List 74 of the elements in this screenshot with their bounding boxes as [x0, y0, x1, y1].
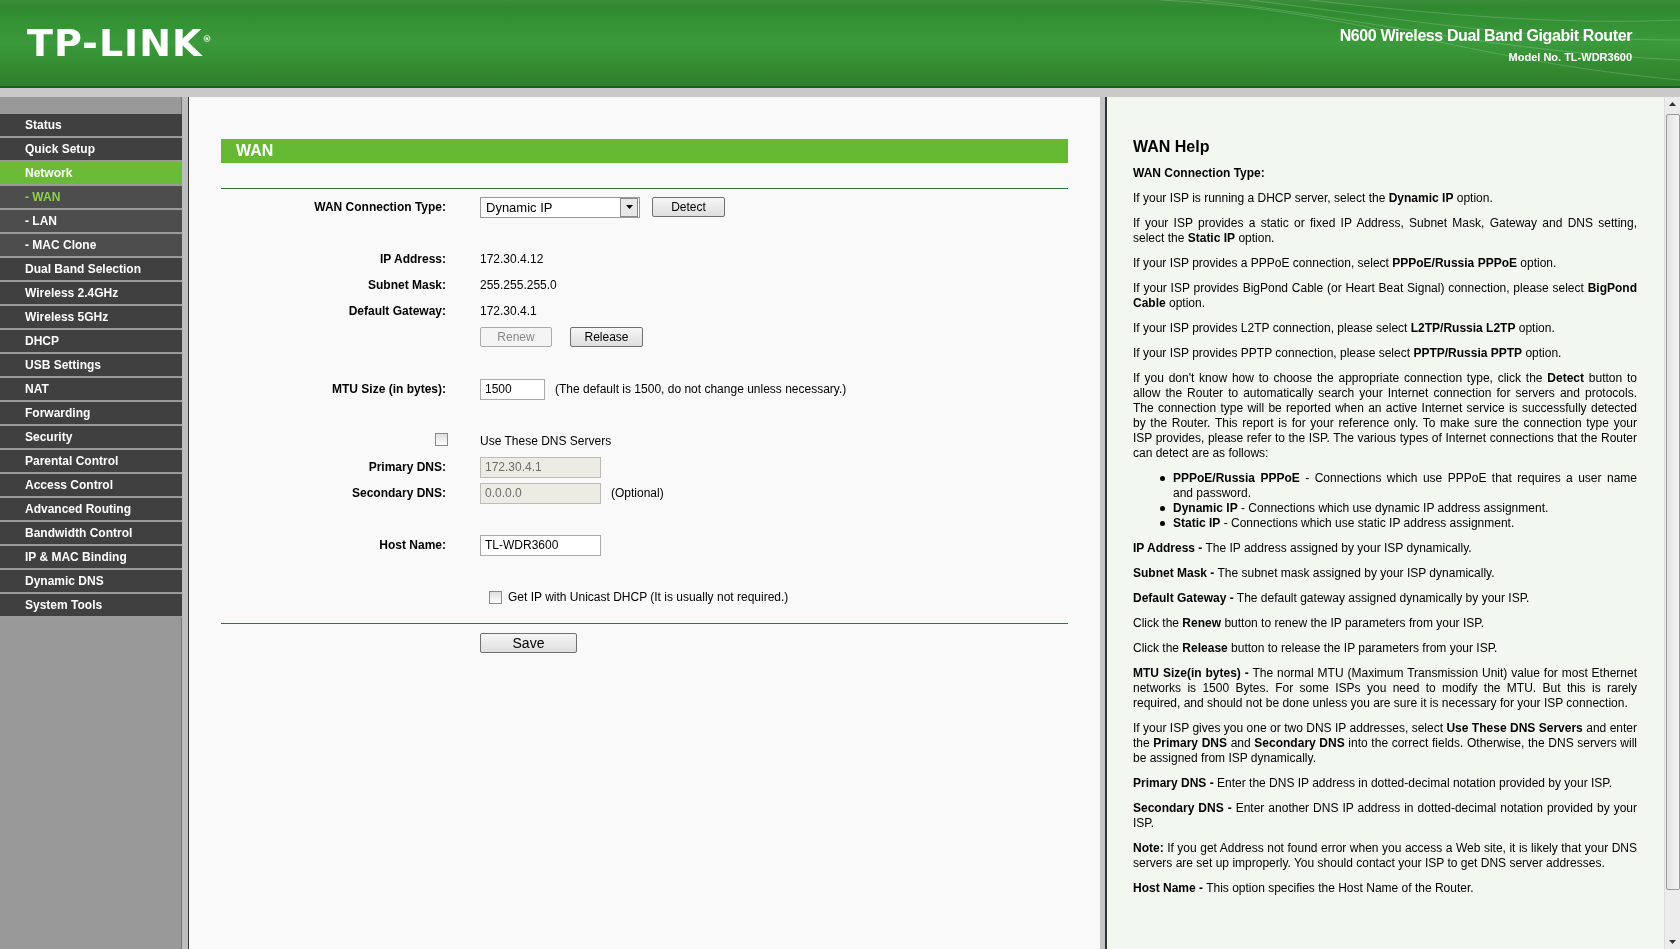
sidebar-item[interactable]: Security	[0, 426, 182, 450]
field-note: (Optional)	[611, 486, 664, 500]
product-title: N600 Wireless Dual Band Gigabit Router	[1339, 27, 1632, 45]
field-value: 172.30.4.12	[480, 252, 545, 266]
sidebar-item[interactable]: Bandwidth Control	[0, 522, 182, 546]
input-field[interactable]: 1500	[480, 378, 545, 400]
field-label: Host Name:	[379, 538, 446, 552]
field-label: Secondary DNS:	[351, 486, 446, 500]
field-note: (The default is 1500, do not change unless necessary.)	[555, 382, 847, 396]
help-paragraph: MTU Size(in bytes) - The normal MTU (Maximum Transmission Unit) value for most Ethernet networks is 1500 Bytes. For some ISPs you need to modify the MTU. But this is rarely required, and should not be done unless you are sure it is necessary for your ISP connection.	[1133, 666, 1637, 711]
field-label: Default Gateway:	[348, 304, 446, 318]
sidebar-item[interactable]: Advanced Routing	[0, 498, 182, 522]
help-paragraph: IP Address - The IP address assigned by your ISP dynamically.	[1133, 541, 1473, 556]
sidebar-item[interactable]: - MAC Clone	[0, 234, 182, 258]
help-paragraph: If you don't know how to choose the appropriate connection type, click the Detect button to allow the Router to automatically search your Internet connection for servers and protocols. The connection type will be reported when an active Internet service is successfully detected by the Router. This report is for your reference only. To make sure the connection type your ISP provides, please refer to the ISP. The various types of Internet connections that the Router can detect are as follows:	[1133, 371, 1637, 461]
sidebar-item[interactable]: DHCP	[0, 330, 182, 354]
field-label: Subnet Mask:	[368, 278, 446, 292]
bullet-icon	[1160, 521, 1165, 526]
help-heading: WAN Connection Type:	[1133, 166, 1266, 181]
help-list-item: Static IP - Connections which use static IP address assignment.	[1173, 516, 1516, 531]
detect-button[interactable]: Detect	[652, 197, 725, 217]
help-paragraph: If your ISP provides a static or fixed IP Address, Subnet Mask, Gateway and DNS setting, select the Static IP option.	[1133, 216, 1637, 246]
checkbox-label: Use These DNS Servers	[480, 434, 613, 448]
help-paragraph: If your ISP provides a PPPoE connection, select PPPoE/Russia PPPoE option.	[1133, 256, 1558, 271]
checkbox-label: Get IP with Unicast DHCP (It is usually not required.)	[508, 590, 789, 604]
help-paragraph: If your ISP is running a DHCP server, select the Dynamic IP option.	[1133, 191, 1494, 206]
sidebar-item[interactable]: System Tools	[0, 594, 182, 618]
help-paragraph: Default Gateway - The default gateway assigned dynamically by your ISP.	[1133, 591, 1531, 606]
save-button[interactable]: Save	[480, 633, 577, 653]
help-paragraph: Subnet Mask - The subnet mask assigned by your ISP dynamically.	[1133, 566, 1496, 581]
sidebar-item[interactable]: Dynamic DNS	[0, 570, 182, 594]
field-label: MTU Size (in bytes):	[332, 382, 446, 396]
sidebar-item[interactable]: Parental Control	[0, 450, 182, 474]
sidebar-item[interactable]: Dual Band Selection	[0, 258, 182, 282]
release-button[interactable]: Release	[570, 327, 643, 347]
field-value: 255.255.255.0	[480, 278, 558, 292]
input-field[interactable]: TL-WDR3600	[480, 534, 601, 556]
field-label: IP Address:	[379, 252, 446, 266]
field-label: WAN Connection Type:	[314, 200, 446, 214]
field-label: Primary DNS:	[368, 460, 446, 474]
sidebar-item[interactable]: Forwarding	[0, 402, 182, 426]
help-paragraph: Primary DNS - Enter the DNS IP address in dotted-decimal notation provided by your ISP.	[1133, 776, 1614, 791]
logo: TP-LINK$^{®}$	[27, 21, 213, 65]
field-value: 172.30.4.1	[480, 304, 538, 318]
help-paragraph: If your ISP provides L2TP connection, please select L2TP/Russia L2TP option.	[1133, 321, 1556, 336]
sidebar-item[interactable]: Wireless 2.4GHz	[0, 282, 182, 306]
sidebar-item[interactable]: Status	[0, 114, 182, 138]
help-list-item: PPPoE/Russia PPPoE - Connections which use PPPoE that requires a user name and password.	[1173, 471, 1637, 501]
checkbox[interactable]	[435, 433, 448, 446]
sidebar-item[interactable]: - WAN	[0, 186, 182, 210]
help-paragraph: Note: If you get Address not found error when you access a Web site, it is likely that your DNS servers are set up improperly. You should contact your ISP to get DNS server addresses.	[1133, 841, 1637, 871]
help-paragraph: If your ISP provides PPTP connection, please select PPTP/Russia PPTP option.	[1133, 346, 1563, 361]
sidebar-item[interactable]: USB Settings	[0, 354, 182, 378]
help-paragraph: Click the Renew button to renew the IP parameters from your ISP.	[1133, 616, 1486, 631]
checkbox[interactable]	[489, 590, 502, 604]
model-number: Model No. TL-WDR3600	[1507, 51, 1632, 63]
sidebar-item[interactable]: - LAN	[0, 210, 182, 234]
section-title: WAN	[221, 139, 1068, 163]
help-paragraph: Click the Release button to release the IP parameters from your ISP.	[1133, 641, 1499, 656]
help-paragraph: If your ISP provides BigPond Cable (or Heart Beat Signal) connection, please select BigPond Cable option.	[1133, 281, 1637, 311]
sidebar-item[interactable]: Access Control	[0, 474, 182, 498]
sidebar-item[interactable]: Quick Setup	[0, 138, 182, 162]
help-paragraph: If your ISP gives you one or two DNS IP addresses, select Use These DNS Servers and enter the Primary DNS and Secondary DNS into the correct fields. Otherwise, the DNS servers will be assigned from ISP dynamically.	[1133, 721, 1637, 766]
sidebar-item[interactable]: NAT	[0, 378, 182, 402]
sidebar-item[interactable]: Wireless 5GHz	[0, 306, 182, 330]
help-paragraph: Host Name - This option specifies the Host Name of the Router.	[1133, 881, 1475, 896]
caret-icon	[620, 197, 638, 217]
help-list-item: Dynamic IP - Connections which use dynamic IP address assignment.	[1173, 501, 1550, 516]
help-title: WAN Help	[1133, 137, 1211, 157]
bullet-icon	[1160, 506, 1165, 511]
bullet-icon	[1160, 476, 1165, 481]
help-paragraph: Secondary DNS - Enter another DNS IP address in dotted-decimal notation provided by your ISP.	[1133, 801, 1637, 831]
dropdown[interactable]: Dynamic IP	[480, 196, 640, 218]
sidebar-item[interactable]: IP & MAC Binding	[0, 546, 182, 570]
